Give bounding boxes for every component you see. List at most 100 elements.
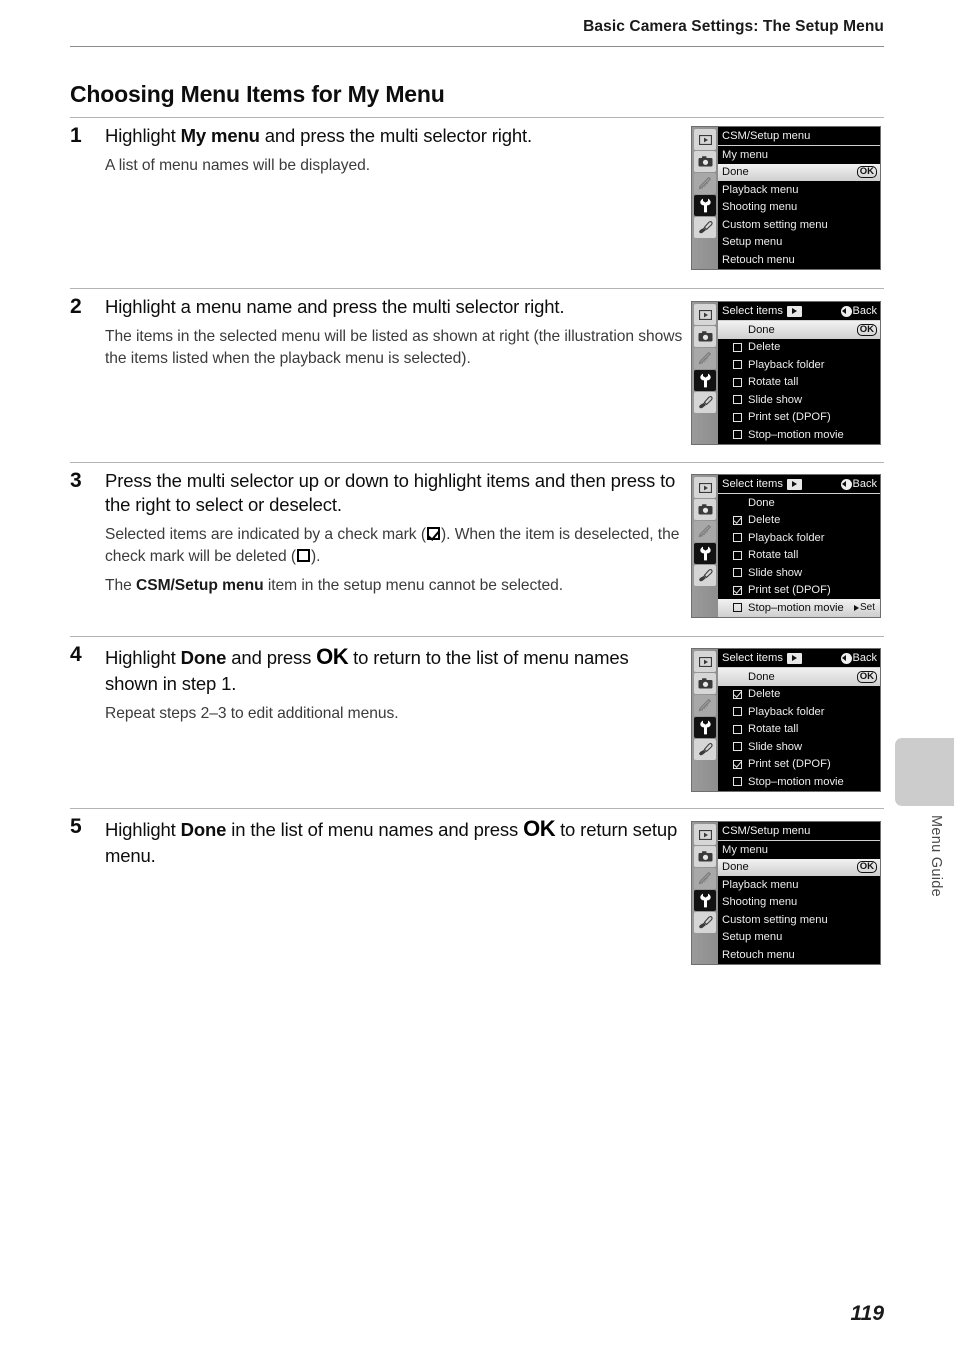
step-divider-1 [70,117,884,118]
lcd-menu-item[interactable]: Custom setting menu [718,911,880,929]
empty-checkbox-icon[interactable] [733,724,742,734]
lcd-menu-item[interactable]: Rotate tall [718,721,880,739]
empty-checkbox-icon[interactable] [733,603,742,613]
lcd-menu-item[interactable]: Stop–motion movie Set [718,599,880,617]
empty-checkbox-icon[interactable] [733,533,742,543]
empty-checkbox-icon[interactable] [733,360,742,370]
lcd-menu-item[interactable]: Playback folder [718,356,880,374]
playback-tab-icon[interactable] [694,477,716,498]
lcd-menu-item-label: Delete [748,514,781,527]
lcd-menu-item[interactable]: Slide show [718,564,880,582]
shooting-tab-icon[interactable] [694,151,716,172]
section-thumb-tab [895,738,954,806]
custom-setting-tab-icon[interactable] [694,348,716,369]
empty-checkbox-icon[interactable] [733,707,742,717]
lcd-menu-item-label: Rotate tall [748,376,799,389]
shooting-tab-icon[interactable] [694,499,716,520]
header-divider [70,46,884,47]
checked-checkbox-icon[interactable] [733,515,742,525]
lcd-menu-item[interactable]: Stop–motion movie [718,426,880,444]
lcd-menu-item[interactable]: Done OK [718,668,880,686]
empty-checkbox-icon[interactable] [733,412,742,422]
setup-tab-icon[interactable] [694,195,716,216]
lcd-menu-item[interactable]: Print set (DPOF) [718,409,880,427]
retouch-tab-icon[interactable] [694,912,716,933]
shooting-tab-icon[interactable] [694,673,716,694]
checked-checkbox-icon[interactable] [733,585,742,595]
checkmark-note-part3: ). [311,547,321,565]
empty-checkbox-icon[interactable] [733,550,742,560]
shooting-tab-icon[interactable] [694,326,716,347]
playback-tab-icon[interactable] [694,824,716,845]
back-button-indicator[interactable]: Back [840,652,877,664]
step-heading-4-bold: Done [180,647,227,668]
ok-button-glyph: OK [523,816,556,841]
lcd-title-left: CSM/Setup menu [722,825,877,837]
setup-tab-icon[interactable] [694,370,716,391]
custom-setting-tab-icon[interactable] [694,521,716,542]
checked-checkbox-icon[interactable] [733,759,742,769]
setup-tab-icon[interactable] [694,717,716,738]
lcd-title-text: Select items [722,478,783,490]
empty-checkbox-icon[interactable] [733,430,742,440]
lcd-menu-item[interactable]: Stop–motion movie [718,773,880,791]
step-number-5: 5 [70,815,82,838]
custom-setting-tab-icon[interactable] [694,695,716,716]
shooting-tab-icon[interactable] [694,846,716,867]
empty-checkbox-icon[interactable] [733,777,742,787]
back-button-indicator[interactable]: Back [840,305,877,317]
page-title: Choosing Menu Items for My Menu [70,81,445,108]
lcd-menu-item[interactable]: Playback menu [718,876,880,894]
retouch-tab-icon[interactable] [694,565,716,586]
lcd-menu-item[interactable]: Setup menu [718,234,880,252]
empty-checkbox-icon[interactable] [733,342,742,352]
lcd-menu-item[interactable]: Playback folder [718,529,880,547]
lcd-menu-item[interactable]: Done [718,494,880,512]
lcd-menu-item[interactable]: Delete [718,686,880,704]
setup-tab-icon[interactable] [694,890,716,911]
lcd-tab-column [692,822,718,964]
lcd-menu-item[interactable]: My menu [718,146,880,164]
lcd-menu-item[interactable]: Delete [718,339,880,357]
playback-tab-icon[interactable] [694,129,716,150]
lcd-menu-item[interactable]: Setup menu [718,929,880,947]
checked-checkbox-icon[interactable] [733,689,742,699]
lcd-menu-item[interactable]: Print set (DPOF) [718,582,880,600]
lcd-menu-item-label: Retouch menu [722,948,795,961]
lcd-menu-item[interactable]: Playback folder [718,703,880,721]
lcd-menu-item[interactable]: Done OK [718,163,880,181]
custom-setting-tab-icon[interactable] [694,173,716,194]
camera-screen-step2: Select items Back Done OK Delete Playback fol… [691,301,881,445]
back-button-indicator[interactable]: Back [840,478,877,490]
lcd-menu-item[interactable]: Rotate tall [718,374,880,392]
lcd-menu-item-label: Done [748,670,775,683]
playback-tab-icon[interactable] [694,304,716,325]
lcd-menu-item[interactable]: Custom setting menu [718,216,880,234]
empty-checkbox-icon[interactable] [733,742,742,752]
retouch-tab-icon[interactable] [694,217,716,238]
playback-tab-icon[interactable] [694,651,716,672]
lcd-menu-item[interactable]: Rotate tall [718,547,880,565]
custom-setting-tab-icon[interactable] [694,868,716,889]
setup-tab-icon[interactable] [694,543,716,564]
lcd-menu-item[interactable]: Playback menu [718,181,880,199]
lcd-menu-item[interactable]: My menu [718,841,880,859]
retouch-tab-icon[interactable] [694,392,716,413]
lcd-menu-item[interactable]: Delete [718,512,880,530]
empty-checkbox-icon[interactable] [733,395,742,405]
lcd-menu-item[interactable]: Done OK [718,321,880,339]
empty-checkbox-icon[interactable] [733,568,742,578]
lcd-menu-item[interactable]: Done OK [718,858,880,876]
lcd-menu-item[interactable]: Slide show [718,738,880,756]
empty-checkbox-icon[interactable] [733,377,742,387]
retouch-tab-icon[interactable] [694,739,716,760]
lcd-menu-item[interactable]: Retouch menu [718,251,880,269]
lcd-menu-item[interactable]: Print set (DPOF) [718,756,880,774]
lcd-menu-item-label: Rotate tall [748,549,799,562]
lcd-menu-item[interactable]: Shooting menu [718,199,880,217]
lcd-menu-item-label: Shooting menu [722,201,798,214]
step-paragraph-4: Repeat steps 2–3 to edit additional menu… [105,704,399,722]
lcd-menu-item[interactable]: Slide show [718,391,880,409]
lcd-menu-item[interactable]: Retouch menu [718,946,880,964]
lcd-menu-item[interactable]: Shooting menu [718,894,880,912]
